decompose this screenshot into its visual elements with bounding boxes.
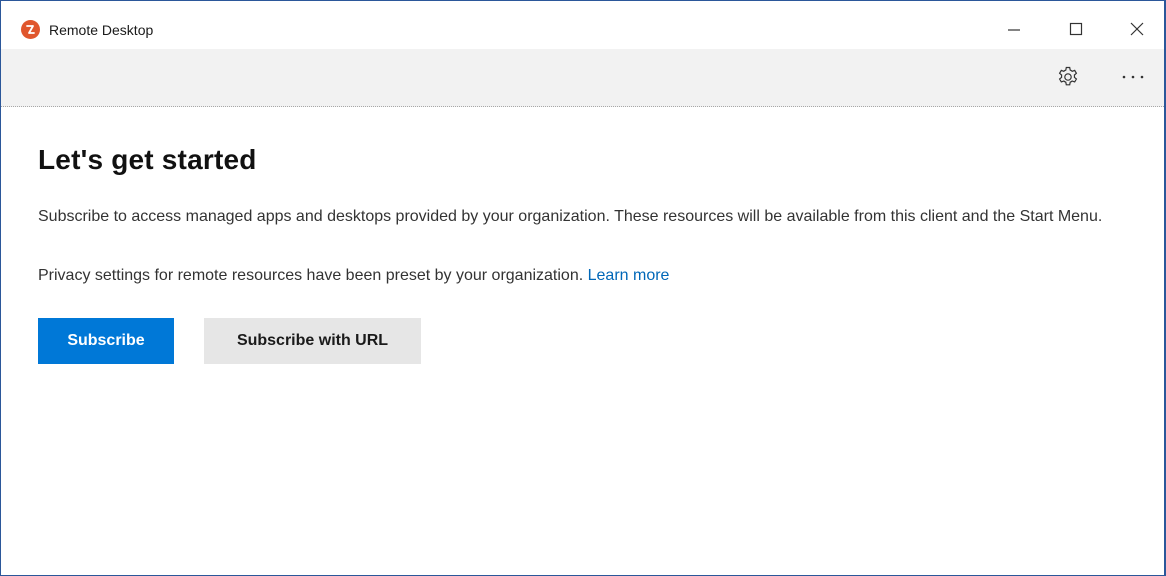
close-icon — [1130, 22, 1144, 36]
remote-desktop-logo-glyph — [26, 25, 35, 34]
privacy-notice: Privacy settings for remote resources ha… — [38, 264, 669, 288]
minimize-icon — [1008, 29, 1020, 31]
subscribe-button[interactable]: Subscribe — [38, 318, 174, 364]
command-bar — [1, 49, 1164, 107]
app-window: Remote Desktop Let's get started Subscri… — [0, 0, 1166, 576]
page-title: Let's get started — [38, 144, 257, 175]
maximize-icon — [1069, 22, 1083, 36]
settings-button[interactable] — [1046, 57, 1090, 97]
window-title: Remote Desktop — [49, 22, 154, 38]
close-button[interactable] — [1114, 9, 1160, 49]
more-options-button[interactable] — [1111, 57, 1155, 97]
subscribe-with-url-button[interactable]: Subscribe with URL — [204, 318, 421, 364]
maximize-button[interactable] — [1053, 9, 1099, 49]
subscribe-description: Subscribe to access managed apps and des… — [38, 208, 1103, 225]
more-icon — [1122, 75, 1144, 79]
minimize-button[interactable] — [991, 9, 1037, 49]
title-bar[interactable]: Remote Desktop — [1, 1, 1164, 49]
remote-desktop-logo-icon — [21, 20, 40, 39]
privacy-text: Privacy settings for remote resources ha… — [38, 267, 584, 284]
learn-more-link[interactable]: Learn more — [588, 267, 670, 284]
gear-icon — [1058, 66, 1078, 86]
